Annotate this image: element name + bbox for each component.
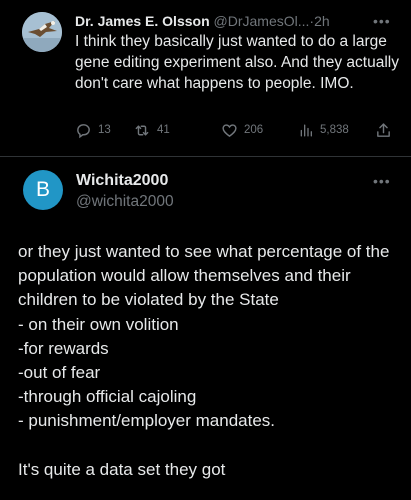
- views-button[interactable]: 5,838: [298, 121, 349, 139]
- retweet-count: 41: [157, 124, 170, 136]
- author-name[interactable]: Dr. James E. Olsson: [75, 13, 210, 29]
- share-button[interactable]: [375, 121, 392, 139]
- views-count: 5,838: [320, 124, 349, 136]
- like-count: 206: [244, 124, 264, 136]
- reply-icon: [77, 123, 90, 138]
- author-name[interactable]: Wichita2000: [76, 171, 168, 191]
- author-handle[interactable]: @DrJamesOl...: [214, 13, 310, 29]
- reply-count: 13: [98, 124, 111, 136]
- author-avatar[interactable]: [22, 12, 62, 52]
- share-icon: [377, 122, 390, 137]
- tweet-header: Dr. James E. Olsson @DrJamesOl...·2h: [75, 11, 395, 31]
- like-button[interactable]: 206: [221, 121, 263, 139]
- tweet-text: I think they basically just wanted to do…: [75, 33, 399, 92]
- more-options-icon[interactable]: •••: [373, 14, 391, 28]
- author-avatar[interactable]: B: [23, 170, 63, 210]
- more-options-icon[interactable]: •••: [373, 174, 391, 188]
- tweet-divider: [0, 156, 411, 157]
- heart-icon: [222, 123, 237, 137]
- views-chart-icon: [300, 124, 312, 136]
- retweet-button[interactable]: 41: [133, 121, 170, 139]
- reply-button[interactable]: 13: [75, 121, 111, 139]
- bird-avatar-image: [22, 12, 62, 52]
- tweet-text: or they just wanted to see what percenta…: [18, 242, 390, 479]
- retweet-icon: [135, 125, 149, 135]
- tweet-timestamp[interactable]: 2h: [314, 13, 330, 29]
- author-handle[interactable]: @wichita2000: [76, 192, 174, 212]
